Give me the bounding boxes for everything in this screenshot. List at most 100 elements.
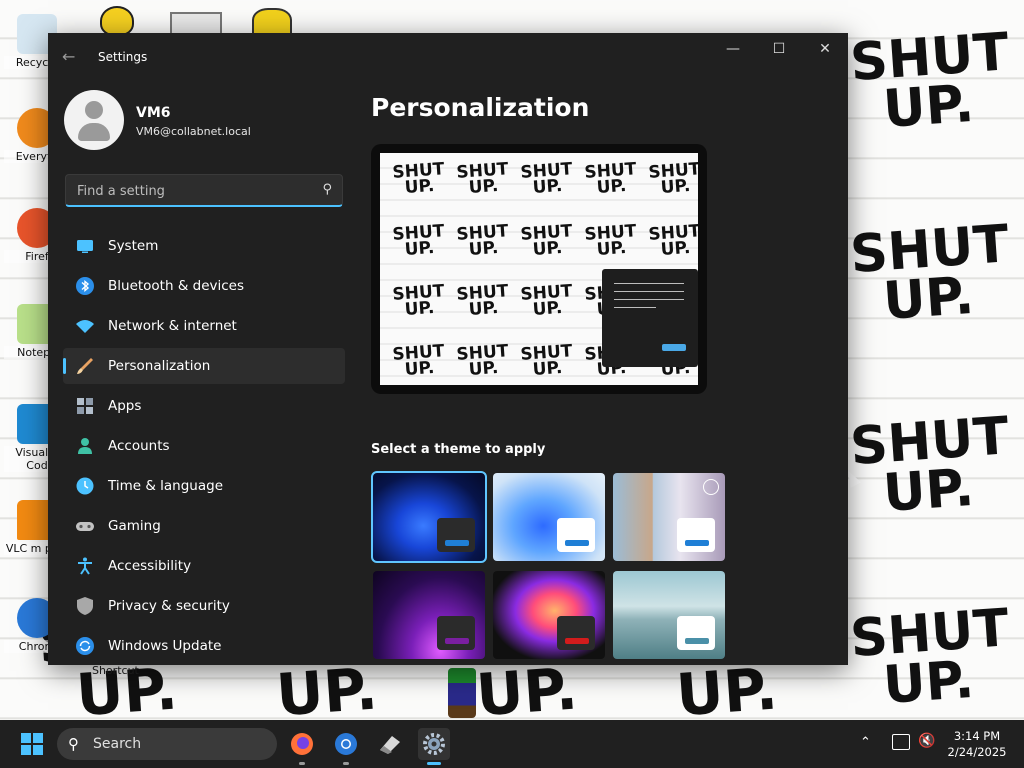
preview-text-line xyxy=(614,291,684,292)
shield-icon xyxy=(77,597,93,615)
mini-sticker: SHUTUP. xyxy=(583,159,639,198)
update-icon xyxy=(76,637,94,655)
running-indicator xyxy=(343,762,349,765)
wifi-icon xyxy=(76,320,94,333)
theme-flow[interactable] xyxy=(613,571,725,659)
theme-window-sample xyxy=(557,616,595,650)
nav-item-system[interactable]: System xyxy=(63,228,345,264)
theme-windows-dark[interactable] xyxy=(371,471,487,563)
theme-grid xyxy=(371,471,731,661)
network-status-icon[interactable] xyxy=(892,734,910,750)
theme-captured-motion[interactable] xyxy=(493,571,605,659)
theme-preview: SHUT UP. SHUT UP. SHUT UP. SHUT UP. SHUT UP. SHUT U… xyxy=(371,144,707,394)
nav-label: System xyxy=(108,238,159,254)
preview-text-line xyxy=(614,299,684,300)
mini-sticker: SHUTUP. xyxy=(455,159,511,198)
nav-label: Time & language xyxy=(108,478,224,494)
nav-item-apps[interactable]: Apps xyxy=(63,388,345,424)
duck-character-icon[interactable] xyxy=(100,6,134,36)
theme-window-sample xyxy=(437,616,475,650)
theme-windows-light[interactable] xyxy=(493,473,605,561)
back-arrow-icon[interactable]: ← xyxy=(62,49,80,65)
user-profile[interactable]: VM6 VM6@collabnet.local xyxy=(64,90,354,154)
clock-date: 2/24/2025 xyxy=(947,745,1007,759)
nav-label: Network & internet xyxy=(108,318,237,334)
nav-item-time-language[interactable]: Time & language xyxy=(63,468,345,504)
nav-item-accounts[interactable]: Accounts xyxy=(63,428,345,464)
theme-section-label: Select a theme to apply xyxy=(371,442,546,457)
chrome-icon xyxy=(335,733,357,755)
mini-sticker: SHUTUP. xyxy=(391,281,447,320)
close-button[interactable]: ✕ xyxy=(802,33,848,65)
user-email: VM6@collabnet.local xyxy=(136,125,251,138)
taskbar-clock[interactable]: 3:14 PM 2/24/2025 xyxy=(940,728,1014,760)
theme-accent-bar xyxy=(565,638,589,644)
taskbar-chrome[interactable] xyxy=(330,728,362,765)
taskbar-search-label: Search xyxy=(93,736,142,752)
preview-wallpaper: SHUT UP. SHUT UP. SHUT UP. SHUT UP. SHUT UP. SHUT U… xyxy=(380,153,698,385)
apps-icon xyxy=(77,398,93,414)
preview-accent-button xyxy=(662,344,686,351)
theme-window-sample xyxy=(677,616,715,650)
minimize-button[interactable]: — xyxy=(710,33,756,65)
nav-item-accessibility[interactable]: Accessibility xyxy=(63,548,345,584)
taskbar-firefox[interactable] xyxy=(286,728,318,765)
mini-sticker: SHUTUP. xyxy=(455,281,511,320)
nav-item-bluetooth[interactable]: Bluetooth & devices xyxy=(63,268,345,304)
mini-sticker: SHUTUP. xyxy=(519,281,575,320)
settings-window: ← Settings — ☐ ✕ VM6 VM6@collabnet.local… xyxy=(48,33,848,665)
time-language-icon xyxy=(76,477,94,495)
maximize-button[interactable]: ☐ xyxy=(756,33,802,65)
theme-accent-bar xyxy=(685,638,709,644)
nav-item-network[interactable]: Network & internet xyxy=(63,308,345,344)
running-indicator xyxy=(427,762,441,765)
nav-label: Accessibility xyxy=(108,558,192,574)
theme-window-sample xyxy=(677,518,715,552)
theme-accent-bar xyxy=(445,540,469,546)
taskbar-settings[interactable] xyxy=(418,728,450,765)
avatar-body xyxy=(78,123,110,141)
theme-accent-bar xyxy=(565,540,589,546)
sticker: SHUT UP. xyxy=(848,598,1010,716)
luigi-sprite-icon[interactable] xyxy=(448,668,476,718)
nav-label: Accounts xyxy=(108,438,170,454)
taskbar-eraser[interactable] xyxy=(374,728,406,760)
clock-time: 3:14 PM xyxy=(953,729,1001,743)
theme-window-sample xyxy=(437,518,475,552)
theme-accent-bar xyxy=(445,638,469,644)
taskbar: ⚲ Search ⌃ 🔇 3:14 PM 2/24/2025 xyxy=(0,720,1024,768)
settings-gear-icon xyxy=(423,733,445,755)
nav-item-windows-update[interactable]: Windows Update xyxy=(63,628,345,664)
theme-glow[interactable] xyxy=(373,571,485,659)
mini-sticker: SHUTUP. xyxy=(583,221,639,260)
sticker: SHUT UP. xyxy=(848,406,1010,524)
accounts-icon xyxy=(78,438,92,454)
title-bar[interactable]: ← Settings — ☐ ✕ xyxy=(48,33,848,81)
bluetooth-icon xyxy=(76,277,94,295)
volume-muted-icon[interactable]: 🔇 xyxy=(918,733,935,749)
mini-sticker: SHUTUP. xyxy=(647,221,698,260)
windows-start-icon[interactable] xyxy=(21,733,43,755)
mini-sticker: SHUTUP. xyxy=(519,221,575,260)
user-name: VM6 xyxy=(136,105,171,121)
brush-icon xyxy=(77,358,93,374)
settings-nav: System Bluetooth & devices Network & int… xyxy=(63,228,345,665)
taskbar-search[interactable]: ⚲ Search xyxy=(57,728,277,760)
mini-sticker: SHUTUP. xyxy=(391,159,447,198)
theme-window-sample xyxy=(557,518,595,552)
avatar[interactable] xyxy=(64,90,124,150)
nav-label: Windows Update xyxy=(108,638,222,654)
nav-item-gaming[interactable]: Gaming xyxy=(63,508,345,544)
nav-item-privacy[interactable]: Privacy & security xyxy=(63,588,345,624)
theme-accent-bar xyxy=(685,540,709,546)
gaming-icon xyxy=(76,522,94,531)
sticker: SHUT UP. xyxy=(848,214,1010,332)
search-icon[interactable]: ⚲ xyxy=(322,182,332,197)
mini-sticker: SHUTUP. xyxy=(455,341,511,380)
nav-item-personalization[interactable]: Personalization xyxy=(63,348,345,384)
theme-spotlight[interactable] xyxy=(613,473,725,561)
spotlight-badge-icon xyxy=(703,479,719,495)
find-setting-search[interactable]: ⚲ xyxy=(65,174,343,207)
show-hidden-icons-chevron-icon[interactable]: ⌃ xyxy=(860,735,871,750)
search-input[interactable] xyxy=(75,180,309,202)
